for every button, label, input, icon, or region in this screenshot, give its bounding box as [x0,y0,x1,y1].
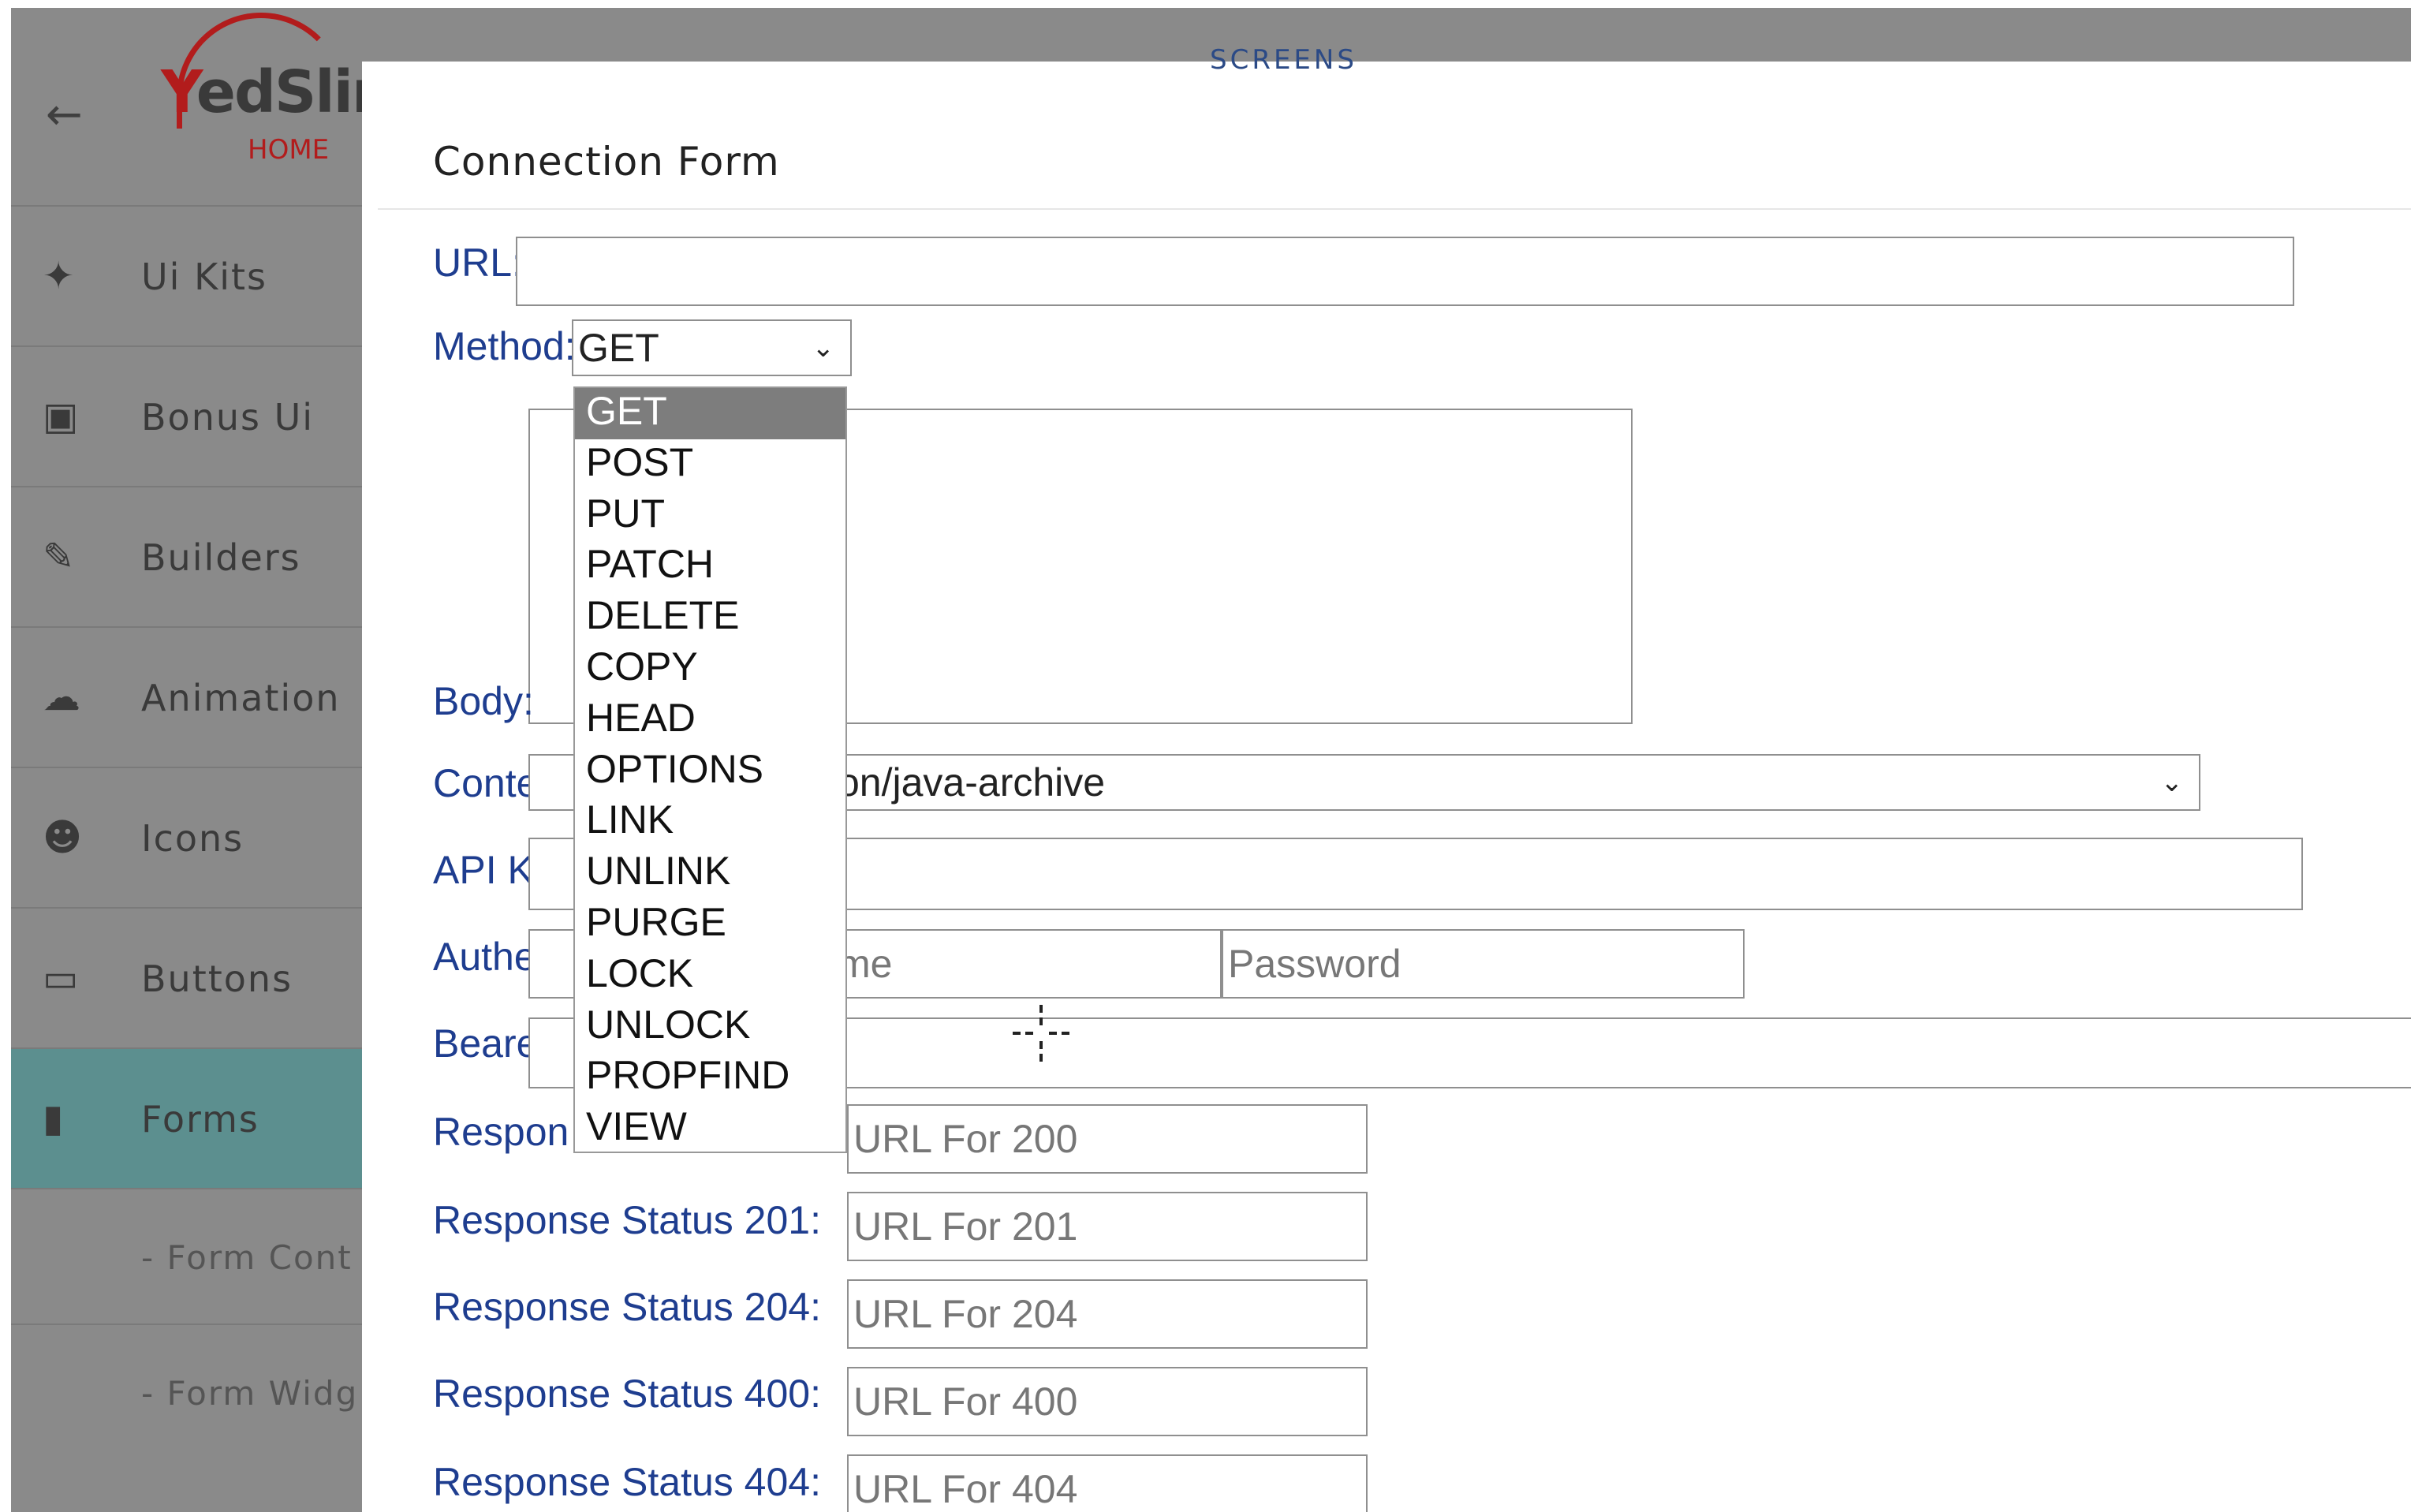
sidebar-item-label: - Form Widg [141,1374,359,1413]
response-400-input[interactable]: URL For 400 [847,1367,1368,1436]
response-404-input[interactable]: URL For 404 [847,1454,1368,1512]
sidebar-item-label: Animation [141,677,341,719]
method-option-options[interactable]: OPTIONS [575,746,845,797]
response-204-label: Response Status 204: [433,1285,821,1329]
sidebar-item-buttons[interactable]: ▭ Buttons [11,907,362,1049]
content-type-value: on/java-archive [838,760,1106,805]
url-input[interactable] [516,237,2294,306]
chevron-down-icon: ⌄ [2160,767,2184,797]
response-201-input[interactable]: URL For 201 [847,1192,1368,1261]
response-201-label: Response Status 201: [433,1198,821,1242]
url-label: URL: [433,241,523,285]
method-option-copy[interactable]: COPY [575,644,845,695]
sidebar-item-label: Bonus Ui [141,396,315,439]
method-dropdown-list[interactable]: GET POST PUT PATCH DELETE COPY HEAD OPTIONS LINK… [573,386,847,1153]
response-200-label: Respon [433,1110,569,1154]
home-link[interactable]: HOME [248,134,329,166]
method-select-value: GET [578,326,659,370]
button-icon: ▭ [43,956,79,1000]
body-label: Body: [433,679,534,723]
method-option-get[interactable]: GET [575,388,845,439]
method-option-head[interactable]: HEAD [575,695,845,746]
method-option-delete[interactable]: DELETE [575,592,845,644]
smiley-icon: ☻ [43,816,83,860]
gift-icon: ▣ [43,394,79,439]
arrow-left-icon[interactable]: ← [46,93,83,137]
sidebar-item-animation[interactable]: ☁ Animation [11,626,362,768]
page-title: Connection Form [433,139,780,185]
response-204-input[interactable]: URL For 204 [847,1279,1368,1349]
sidebar-item-label: Builders [141,536,301,579]
method-option-propfind[interactable]: PROPFIND [575,1052,845,1103]
method-option-view[interactable]: VIEW [575,1103,845,1155]
response-400-label: Response Status 400: [433,1372,821,1416]
crosshair-cursor-icon [1013,1005,1069,1062]
method-option-unlock[interactable]: UNLOCK [575,1002,845,1053]
file-icon: ▮ [43,1096,64,1141]
method-option-put[interactable]: PUT [575,491,845,542]
method-option-unlink[interactable]: UNLINK [575,848,845,899]
sidebar-item-label: Forms [141,1098,259,1141]
sidebar: ← YedSlim HOME ✦ Ui Kits ▣ Bonus Ui ✎ Bu… [11,8,412,1512]
sidebar-item-ui-kits[interactable]: ✦ Ui Kits [11,205,362,347]
sidebar-item-label: Ui Kits [141,256,268,298]
sidebar-item-builders[interactable]: ✎ Builders [11,486,362,628]
method-option-post[interactable]: POST [575,439,845,491]
tools-icon: ✦ [43,254,75,298]
auth-password-input[interactable]: Password [1222,929,1745,999]
app-shell: ← YedSlim HOME ✦ Ui Kits ▣ Bonus Ui ✎ Bu… [11,8,2411,1512]
sidebar-item-label: Buttons [141,958,293,1000]
method-option-lock[interactable]: LOCK [575,950,845,1002]
method-select[interactable]: GET ⌄ [572,319,852,376]
screens-heading: SCREENS [1210,44,1357,76]
method-option-purge[interactable]: PURGE [575,899,845,950]
divider [378,208,2411,210]
method-option-patch[interactable]: PATCH [575,541,845,592]
pencil-icon: ✎ [43,535,75,579]
sidebar-item-form-controls[interactable]: - Form Cont [11,1188,362,1325]
sidebar-item-label: - Form Cont [141,1238,353,1277]
sidebar-item-icons[interactable]: ☻ Icons [11,767,362,909]
response-200-input[interactable]: URL For 200 [847,1104,1368,1174]
cloud-rain-icon: ☁ [43,675,80,719]
sidebar-item-forms[interactable]: ▮ Forms [11,1047,362,1189]
sidebar-item-bonus-ui[interactable]: ▣ Bonus Ui [11,345,362,487]
chevron-down-icon: ⌄ [812,333,835,363]
sidebar-item-label: Icons [141,817,244,860]
method-option-link[interactable]: LINK [575,797,845,848]
sidebar-item-form-widgets[interactable]: - Form Widg [11,1323,362,1461]
response-404-label: Response Status 404: [433,1460,821,1504]
method-label: Method: [433,324,576,368]
